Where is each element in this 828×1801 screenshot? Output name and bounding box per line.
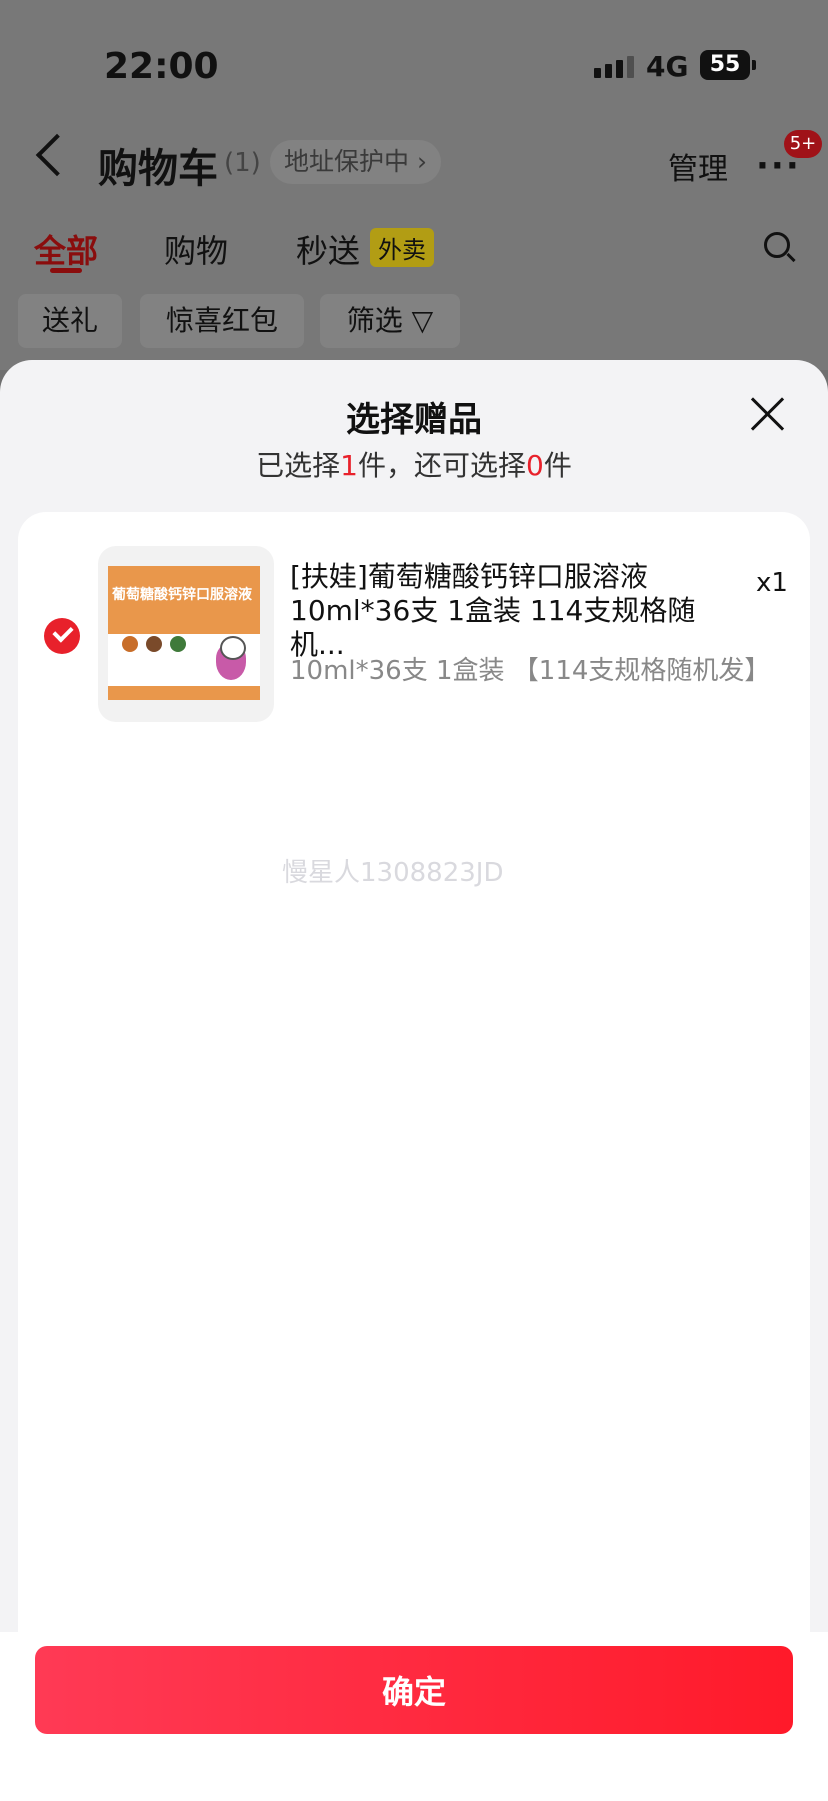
- address-protect-chip[interactable]: 地址保护中 ›: [270, 140, 441, 184]
- cart-count: (1): [224, 148, 261, 178]
- network-label: 4G: [646, 50, 689, 83]
- tab-all[interactable]: 全部: [34, 226, 98, 272]
- signal-icon: [594, 56, 634, 78]
- battery-icon: 55: [700, 50, 750, 80]
- filter-screen[interactable]: 筛选 ▽: [320, 294, 460, 348]
- product-quantity: x1: [756, 568, 788, 598]
- selection-summary: 已选择1件，还可选择0件: [256, 449, 572, 482]
- tab-underline: [50, 268, 82, 273]
- sheet-title: 选择赠品: [346, 400, 482, 440]
- page-title: 购物车: [98, 146, 218, 192]
- takeaway-tag: 外卖: [370, 228, 434, 267]
- selected-count: 1: [340, 449, 358, 482]
- product-name[interactable]: [扶娃]葡萄糖酸钙锌口服溶液 10ml*36支 1盒装 114支规格随机...: [290, 560, 730, 662]
- notification-badge: 5+: [784, 130, 822, 158]
- product-spec: 10ml*36支 1盒装 【114支规格随机发】: [290, 656, 771, 686]
- status-time: 22:00: [104, 46, 219, 87]
- product-image[interactable]: 葡萄糖酸钙锌口服溶液: [98, 546, 274, 722]
- filter-gift[interactable]: 送礼: [18, 294, 122, 348]
- watermark: 慢星人1308823JD: [282, 858, 504, 888]
- manage-button[interactable]: 管理: [668, 144, 728, 188]
- filter-red-packet[interactable]: 惊喜红包: [140, 294, 304, 348]
- confirm-button[interactable]: 确定: [35, 1646, 793, 1734]
- battery-tip: [752, 60, 756, 70]
- box-label: 葡萄糖酸钙锌口服溶液: [112, 587, 252, 603]
- tab-shopping[interactable]: 购物: [164, 226, 228, 272]
- remaining-count: 0: [526, 449, 544, 482]
- checkbox-checked-icon[interactable]: [44, 618, 80, 654]
- close-icon[interactable]: [748, 394, 788, 434]
- tab-instant[interactable]: 秒送: [296, 226, 360, 272]
